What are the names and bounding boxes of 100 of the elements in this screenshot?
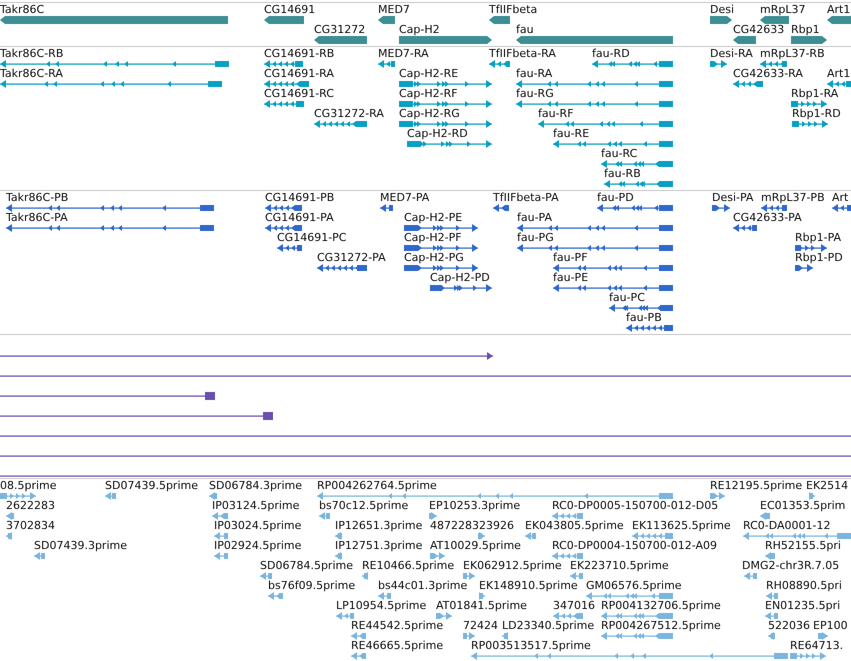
transcript-arrow[interactable] [553, 283, 673, 293]
transcript-arrow[interactable] [378, 59, 395, 69]
transcript-arrow[interactable] [351, 631, 366, 641]
transcript-arrow[interactable] [553, 263, 673, 273]
transcript-arrow[interactable] [553, 139, 673, 149]
transcript-arrow[interactable] [517, 223, 673, 233]
transcript-arrow[interactable] [336, 611, 354, 621]
transcript-arrow[interactable] [601, 611, 673, 621]
transcript-arrow[interactable] [0, 59, 229, 69]
transcript-arrow[interactable] [404, 223, 478, 233]
transcript-arrow[interactable] [516, 99, 673, 109]
gene-bar[interactable] [733, 35, 756, 45]
transcript-arrow[interactable] [525, 531, 536, 541]
transcript-arrow[interactable] [502, 631, 508, 641]
transcript-arrow[interactable] [265, 203, 302, 213]
transcript-arrow[interactable] [264, 59, 303, 69]
transcript-arrow[interactable] [380, 203, 393, 213]
transcript-arrow[interactable] [463, 571, 475, 581]
transcript-arrow[interactable] [314, 119, 367, 129]
transcript-arrow[interactable] [795, 263, 813, 273]
transcript-arrow[interactable] [264, 79, 309, 89]
transcript-arrow[interactable] [570, 571, 583, 581]
transcript-arrow[interactable] [214, 551, 228, 561]
transcript-arrow[interactable] [733, 223, 757, 233]
transcript-arrow[interactable] [516, 79, 673, 89]
transcript-arrow[interactable] [429, 511, 437, 521]
transcript-arrow[interactable] [809, 491, 815, 501]
transcript-arrow[interactable] [790, 651, 826, 661]
transcript-arrow[interactable] [517, 243, 673, 253]
gene-bar[interactable] [760, 15, 789, 25]
transcript-arrow[interactable] [601, 631, 673, 641]
transcript-arrow[interactable] [710, 491, 725, 501]
transcript-arrow[interactable] [463, 631, 475, 641]
transcript-arrow[interactable] [733, 79, 763, 89]
transcript-arrow[interactable] [378, 591, 391, 601]
transcript-arrow[interactable] [6, 203, 214, 213]
transcript-arrow[interactable] [399, 79, 492, 89]
transcript-arrow[interactable] [478, 531, 485, 541]
transcript-arrow[interactable] [436, 611, 452, 621]
transcript-arrow[interactable] [827, 79, 851, 89]
transcript-arrow[interactable] [743, 531, 851, 541]
transcript-arrow[interactable] [212, 511, 228, 521]
transcript-arrow[interactable] [404, 243, 478, 253]
gene-bar[interactable] [516, 35, 673, 45]
transcript-arrow[interactable] [818, 631, 828, 641]
transcript-arrow[interactable] [209, 491, 217, 501]
transcript-arrow[interactable] [493, 203, 509, 213]
transcript-arrow[interactable] [592, 59, 673, 69]
transcript-arrow[interactable] [601, 159, 673, 169]
transcript-arrow[interactable] [260, 571, 272, 581]
transcript-arrow[interactable] [430, 551, 445, 561]
transcript-arrow[interactable] [791, 99, 827, 109]
transcript-arrow[interactable] [319, 511, 330, 521]
transcript-arrow[interactable] [268, 591, 283, 601]
transcript-arrow[interactable] [626, 323, 673, 333]
transcript-arrow[interactable] [632, 531, 673, 541]
transcript-arrow[interactable] [552, 551, 583, 561]
transcript-arrow[interactable] [399, 99, 492, 109]
transcript-arrow[interactable] [792, 119, 828, 129]
transcript-arrow[interactable] [317, 491, 673, 501]
gene-bar[interactable] [0, 15, 228, 25]
gene-bar[interactable] [264, 15, 304, 25]
gene-bar[interactable] [399, 35, 492, 45]
transcript-arrow[interactable] [265, 223, 302, 233]
transcript-arrow[interactable] [604, 179, 673, 189]
transcript-arrow[interactable] [744, 571, 757, 581]
transcript-arrow[interactable] [407, 139, 492, 149]
gene-bar[interactable] [791, 35, 827, 45]
transcript-arrow[interactable] [795, 243, 827, 253]
gene-bar[interactable] [489, 15, 510, 25]
transcript-arrow[interactable] [609, 303, 673, 313]
transcript-arrow[interactable] [586, 591, 673, 601]
transcript-arrow[interactable] [6, 223, 214, 233]
transcript-arrow[interactable] [362, 571, 368, 581]
transcript-arrow[interactable] [552, 511, 583, 521]
transcript-arrow[interactable] [264, 99, 304, 109]
transcript-arrow[interactable] [335, 531, 342, 541]
transcript-arrow[interactable] [479, 591, 485, 601]
transcript-arrow[interactable] [712, 203, 730, 213]
transcript-arrow[interactable] [105, 491, 116, 501]
transcript-arrow[interactable] [0, 79, 222, 89]
transcript-arrow[interactable] [0, 491, 36, 501]
transcript-arrow[interactable] [6, 531, 12, 541]
gene-bar[interactable] [378, 15, 395, 25]
transcript-arrow[interactable] [765, 551, 775, 561]
transcript-arrow[interactable] [399, 119, 492, 129]
transcript-arrow[interactable] [6, 511, 14, 521]
gene-bar[interactable] [710, 15, 732, 25]
transcript-arrow[interactable] [277, 243, 302, 253]
transcript-arrow[interactable] [710, 59, 727, 69]
transcript-arrow[interactable] [760, 59, 787, 69]
alignment-line[interactable] [0, 391, 215, 401]
transcript-arrow[interactable] [404, 263, 478, 273]
gene-bar[interactable] [314, 35, 367, 45]
transcript-arrow[interactable] [317, 263, 367, 273]
alignment-line[interactable] [0, 411, 273, 421]
transcript-arrow[interactable] [335, 551, 342, 561]
transcript-arrow[interactable] [832, 203, 851, 213]
transcript-arrow[interactable] [430, 283, 492, 293]
transcript-arrow[interactable] [765, 611, 778, 621]
